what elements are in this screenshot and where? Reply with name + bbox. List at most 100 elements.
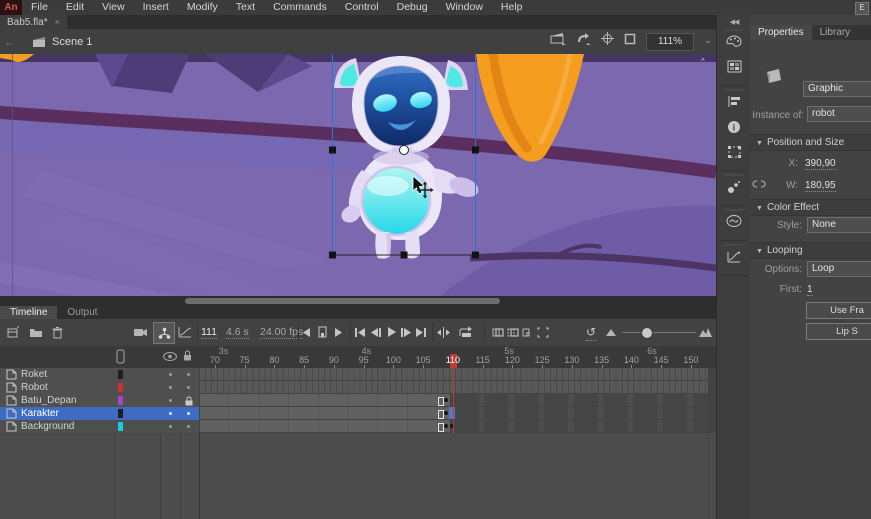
scrollbar-thumb[interactable] (185, 298, 500, 304)
layer-visibility-dot[interactable] (169, 386, 172, 389)
symbol-behavior-select[interactable]: Graphic (803, 81, 871, 97)
document-tab[interactable]: Bab5.fla* × (0, 15, 67, 29)
color-palette-icon[interactable] (717, 35, 751, 49)
menu-debug[interactable]: Debug (388, 0, 437, 15)
frames-karakter[interactable] (199, 407, 716, 421)
menu-commands[interactable]: Commands (264, 0, 336, 15)
playhead-line[interactable] (453, 368, 454, 433)
menu-modify[interactable]: Modify (178, 0, 227, 15)
stage-horizontal-scrollbar[interactable] (0, 296, 716, 306)
layer-lock-dot[interactable] (187, 386, 190, 389)
step-back-button[interactable] (371, 324, 381, 340)
layer-lock-dot[interactable] (187, 425, 190, 428)
layer-row-roket[interactable]: Roket (0, 368, 199, 382)
layer-row-batu_depan[interactable]: Batu_Depan (0, 394, 199, 408)
x-value[interactable]: 390,90 (805, 158, 836, 170)
dock-drag-handle[interactable] (725, 29, 743, 31)
workspace-switcher-button[interactable]: E (855, 2, 869, 15)
layer-outline-color-swatch[interactable] (118, 370, 123, 379)
align-icon[interactable] (717, 95, 751, 108)
onion-skin-outlines-button[interactable] (507, 324, 519, 340)
dock-drag-handle[interactable] (725, 244, 743, 246)
menu-help[interactable]: Help (492, 0, 532, 15)
collapse-panels-icon[interactable]: ◀◀ (717, 18, 751, 26)
menu-window[interactable]: Window (437, 0, 492, 15)
zoom-level-select[interactable]: 111% (646, 33, 694, 51)
scene-name[interactable]: Scene 1 (52, 36, 92, 48)
swatches-icon[interactable] (717, 60, 751, 73)
edit-multiple-frames-button[interactable]: e (522, 324, 534, 340)
elapsed-time-indicator[interactable]: 4.6 s (226, 326, 249, 339)
section-position-and-size[interactable]: ▼Position and Size (750, 134, 871, 151)
back-arrow-icon[interactable]: ← (4, 35, 16, 49)
lip-syncing-button[interactable]: Lip S (806, 323, 871, 340)
dock-drag-handle[interactable] (725, 89, 743, 91)
edit-scene-icon[interactable] (550, 32, 566, 45)
layer-row-karakter[interactable]: Karakter (0, 407, 199, 421)
section-color-effect[interactable]: ▼Color Effect (750, 199, 871, 216)
layer-visibility-dot[interactable] (169, 373, 172, 376)
layer-outline-color-swatch[interactable] (118, 383, 123, 392)
step-forward-one-frame-button[interactable] (334, 324, 342, 340)
frame-rate-indicator[interactable]: 24.00 fps (260, 326, 303, 339)
close-icon[interactable]: × (55, 17, 60, 27)
step-forward-button[interactable] (401, 324, 411, 340)
use-frame-picker-button[interactable]: Use Fra (806, 302, 871, 319)
step-back-one-frame-button[interactable] (303, 324, 311, 340)
reset-timeline-zoom-button[interactable]: ↺ (586, 324, 596, 341)
layer-row-background[interactable]: Background (0, 420, 199, 434)
instance-name-field[interactable]: robot (807, 106, 871, 122)
layer-visibility-dot[interactable] (169, 412, 172, 415)
motion-presets-icon[interactable] (717, 250, 751, 263)
brush-library-icon[interactable] (717, 180, 751, 194)
go-to-first-frame-button[interactable] (355, 324, 365, 340)
layer-depth-button[interactable] (178, 324, 192, 340)
tab-library[interactable]: Library (812, 25, 859, 40)
layer-lock-dot[interactable] (187, 373, 190, 376)
frames-robot[interactable] (199, 381, 716, 395)
scroll-up-icon[interactable]: ^ (701, 57, 705, 66)
menu-file[interactable]: File (22, 0, 57, 15)
rotate-stage-icon[interactable] (576, 32, 591, 45)
frames-roket[interactable] (199, 368, 716, 382)
camera-button[interactable] (133, 324, 148, 340)
style-select[interactable]: None (807, 217, 871, 233)
clip-content-icon[interactable] (624, 33, 636, 45)
center-stage-icon[interactable] (601, 32, 614, 45)
menu-edit[interactable]: Edit (57, 0, 93, 15)
layer-outline-color-swatch[interactable] (118, 422, 123, 431)
layer-outline-color-swatch[interactable] (118, 396, 123, 405)
go-to-last-frame-button[interactable] (416, 324, 426, 340)
zoom-out-frames-icon[interactable] (606, 324, 616, 340)
stage-canvas[interactable]: ^ (0, 54, 716, 296)
frames-batu_depan[interactable] (199, 394, 716, 408)
frame-ruler[interactable]: 3s4s5s6s70758085909510010511011512012513… (0, 346, 716, 368)
new-layer-button[interactable] (6, 324, 19, 340)
info-icon[interactable]: i (717, 120, 751, 134)
menu-view[interactable]: View (93, 0, 134, 15)
new-folder-button[interactable] (29, 324, 43, 340)
center-playhead-button[interactable] (437, 324, 450, 340)
loop-playback-button[interactable] (458, 324, 472, 340)
transform-icon[interactable] (717, 145, 751, 159)
first-frame-value[interactable]: 1 (807, 284, 813, 296)
creative-cloud-icon[interactable] (717, 215, 751, 227)
tab-timeline[interactable]: Timeline (0, 306, 57, 319)
onion-skin-button[interactable] (492, 324, 504, 340)
zoom-in-frames-icon[interactable] (699, 324, 712, 340)
menu-control[interactable]: Control (336, 0, 388, 15)
tab-output[interactable]: Output (57, 306, 107, 319)
menu-text[interactable]: Text (227, 0, 264, 15)
layer-parenting-button[interactable] (153, 322, 175, 344)
loop-options-select[interactable]: Loop (807, 261, 871, 277)
layer-lock-dot[interactable] (187, 412, 190, 415)
delete-layer-button[interactable] (52, 324, 63, 340)
link-width-height-icon[interactable] (752, 178, 766, 190)
layer-visibility-dot[interactable] (169, 399, 172, 402)
play-button[interactable] (387, 324, 396, 340)
menu-insert[interactable]: Insert (134, 0, 178, 15)
dock-drag-handle[interactable] (725, 174, 743, 176)
layer-outline-color-swatch[interactable] (118, 409, 123, 418)
chevron-down-icon[interactable]: ⌄ (704, 35, 712, 46)
timeline-zoom-slider-track[interactable] (622, 332, 696, 333)
